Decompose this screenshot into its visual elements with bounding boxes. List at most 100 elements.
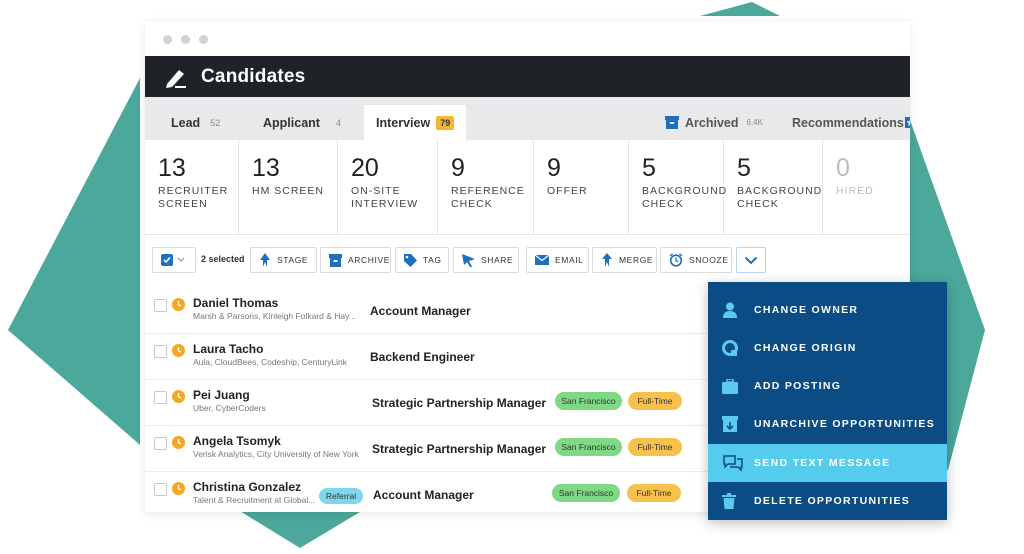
bulk-action-toolbar: 2 selected STAGE ARCHIVE TAG SHARE EMAIL… bbox=[145, 242, 910, 280]
page-title: Candidates bbox=[201, 65, 306, 87]
stage-label: OFFER bbox=[547, 185, 588, 197]
candidate-companies: Marsh & Parsons, Kinleigh Folkard & Hay.… bbox=[193, 311, 356, 321]
tabs-bar: Lead 52 Applicant 4 Interview 79 Archive… bbox=[145, 97, 910, 140]
stage-icon bbox=[260, 253, 270, 267]
stage-recruiter-screen[interactable]: 13 RECRUITER SCREEN bbox=[145, 140, 239, 234]
archived-count: 6.4K bbox=[746, 118, 763, 127]
tab-lead[interactable]: Lead 52 bbox=[171, 105, 220, 140]
merge-icon bbox=[602, 253, 612, 267]
candidate-companies: Talent & Recruitment at Global... bbox=[193, 495, 316, 505]
menu-item-change-origin[interactable]: CHANGE ORIGIN bbox=[708, 329, 947, 367]
location-tag: San Francisco bbox=[555, 438, 622, 456]
button-label: SNOOZE bbox=[689, 255, 729, 265]
stage-on-site-interview[interactable]: 20 ON-SITE INTERVIEW bbox=[338, 140, 438, 234]
tag-button[interactable]: TAG bbox=[395, 247, 449, 273]
candidate-companies: Aula, CloudBees, Codeship, CenturyLink bbox=[193, 357, 348, 367]
archived-label: Archived bbox=[685, 115, 739, 130]
stage-pipeline: 13 RECRUITER SCREEN 13 HM SCREEN 20 ON-S… bbox=[145, 140, 910, 235]
row-checkbox[interactable] bbox=[154, 299, 167, 312]
unarchive-icon bbox=[722, 416, 738, 432]
archive-button[interactable]: ARCHIVE bbox=[320, 247, 391, 273]
stage-button[interactable]: STAGE bbox=[250, 247, 317, 273]
share-cursor-icon bbox=[462, 253, 475, 267]
candidate-companies: Uber, CyberCoders bbox=[193, 403, 266, 413]
button-label: STAGE bbox=[277, 255, 309, 265]
tab-count: 4 bbox=[335, 117, 341, 128]
star-icon bbox=[904, 117, 910, 128]
candidate-role: Strategic Partnership Manager bbox=[372, 396, 547, 410]
employment-type-tag: Full-Time bbox=[628, 438, 682, 456]
window-dot[interactable] bbox=[199, 35, 208, 44]
candidate-name[interactable]: Pei Juang bbox=[193, 388, 250, 402]
clock-icon bbox=[172, 436, 185, 449]
employment-type-tag: Full-Time bbox=[627, 484, 681, 502]
candidate-role: Account Manager bbox=[373, 488, 474, 502]
candidate-name[interactable]: Laura Tacho bbox=[193, 342, 263, 356]
stage-label: HIRED bbox=[836, 185, 874, 197]
stage-count: 13 bbox=[158, 154, 186, 182]
clock-icon bbox=[172, 298, 185, 311]
tab-label: Applicant bbox=[263, 115, 320, 130]
tab-label: Lead bbox=[171, 115, 201, 130]
more-actions-button[interactable] bbox=[736, 247, 766, 273]
clock-icon bbox=[172, 344, 185, 357]
candidate-companies: Verisk Analytics, City University of New… bbox=[193, 449, 359, 459]
stage-reference-check[interactable]: 9 REFERENCE CHECK bbox=[438, 140, 534, 234]
stage-label: HM SCREEN bbox=[252, 185, 325, 197]
tab-label: Interview bbox=[376, 115, 431, 130]
chat-icon bbox=[723, 455, 743, 472]
select-all-dropdown[interactable] bbox=[152, 247, 196, 273]
window-controls bbox=[163, 35, 208, 44]
stage-background-check[interactable]: 5 BACKGROUND CHECK bbox=[724, 140, 823, 234]
tab-applicant[interactable]: Applicant 4 bbox=[263, 105, 341, 140]
button-label: MERGE bbox=[619, 255, 654, 265]
archived-link[interactable]: Archived 6.4K bbox=[665, 105, 763, 140]
snooze-button[interactable]: SNOOZE bbox=[660, 247, 732, 273]
chevron-down-icon bbox=[177, 257, 185, 262]
candidate-role: Account Manager bbox=[370, 304, 471, 318]
stage-count: 5 bbox=[642, 154, 656, 182]
stage-hired[interactable]: 0 HIRED bbox=[823, 140, 910, 234]
menu-item-add-posting[interactable]: ADD POSTING bbox=[708, 367, 947, 405]
row-checkbox[interactable] bbox=[154, 391, 167, 404]
archive-icon bbox=[329, 253, 342, 267]
stage-label: REFERENCE CHECK bbox=[451, 185, 525, 210]
menu-item-label: SEND TEXT MESSAGE bbox=[754, 457, 891, 469]
share-button[interactable]: SHARE bbox=[453, 247, 519, 273]
stage-offer[interactable]: 9 OFFER bbox=[534, 140, 629, 234]
menu-item-delete-opportunities[interactable]: DELETE OPPORTUNITIES bbox=[708, 482, 947, 520]
candidate-name[interactable]: Christina Gonzalez bbox=[193, 480, 301, 494]
candidate-name[interactable]: Angela Tsomyk bbox=[193, 434, 281, 448]
stage-hm-screen[interactable]: 13 HM SCREEN bbox=[239, 140, 338, 234]
window-dot[interactable] bbox=[181, 35, 190, 44]
archive-icon bbox=[665, 116, 679, 129]
user-icon bbox=[723, 302, 737, 318]
recommendations-link[interactable]: Recommendations bbox=[792, 105, 910, 140]
origin-icon bbox=[722, 340, 738, 356]
merge-button[interactable]: MERGE bbox=[592, 247, 657, 273]
email-icon bbox=[535, 255, 549, 265]
location-tag: San Francisco bbox=[555, 392, 622, 410]
row-checkbox[interactable] bbox=[154, 437, 167, 450]
window-dot[interactable] bbox=[163, 35, 172, 44]
row-checkbox[interactable] bbox=[154, 345, 167, 358]
stage-count: 0 bbox=[836, 154, 850, 182]
menu-item-unarchive-opportunities[interactable]: UNARCHIVE OPPORTUNITIES bbox=[708, 405, 947, 443]
tab-interview[interactable]: Interview 79 bbox=[364, 105, 467, 140]
checkbox-checked-icon bbox=[161, 254, 173, 266]
menu-item-change-owner[interactable]: CHANGE OWNER bbox=[708, 291, 947, 329]
selected-count: 2 selected bbox=[201, 254, 245, 264]
stage-count: 9 bbox=[547, 154, 561, 182]
candidate-name[interactable]: Daniel Thomas bbox=[193, 296, 278, 310]
clock-icon bbox=[172, 482, 185, 495]
button-label: SHARE bbox=[481, 255, 514, 265]
stage-label: ON-SITE INTERVIEW bbox=[351, 185, 419, 210]
stage-count: 20 bbox=[351, 154, 379, 182]
stage-background-check[interactable]: 5 BACKGROUND CHECK bbox=[629, 140, 726, 234]
email-button[interactable]: EMAIL bbox=[526, 247, 589, 273]
row-checkbox[interactable] bbox=[154, 483, 167, 496]
tab-count: 52 bbox=[210, 117, 221, 128]
location-tag: San Francisco bbox=[552, 484, 620, 502]
menu-item-send-text-message[interactable]: SEND TEXT MESSAGE bbox=[708, 444, 947, 482]
button-label: ARCHIVE bbox=[348, 255, 390, 265]
